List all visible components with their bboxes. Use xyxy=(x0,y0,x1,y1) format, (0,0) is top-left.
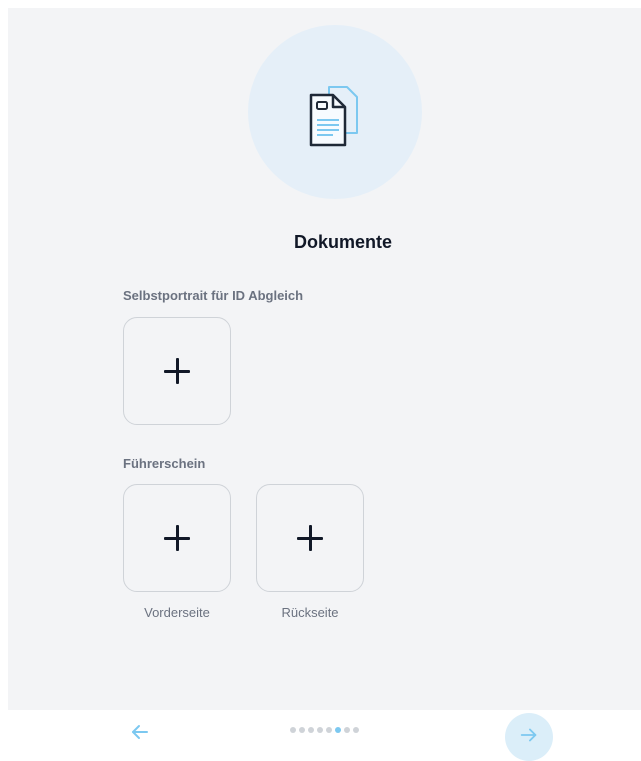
step-dot-active xyxy=(335,727,341,733)
next-button[interactable] xyxy=(505,713,553,761)
step-dot xyxy=(344,727,350,733)
step-indicator xyxy=(290,727,359,735)
upload-license-front-button[interactable] xyxy=(123,484,231,592)
step-dot xyxy=(299,727,305,733)
section-label-selfie: Selbstportrait für ID Abgleich xyxy=(123,288,304,303)
upload-license-back-button[interactable] xyxy=(256,484,364,592)
header-icon-circle xyxy=(248,25,422,199)
upload-selfie-button[interactable] xyxy=(123,317,231,425)
caption-front: Vorderseite xyxy=(144,605,210,620)
step-dot xyxy=(290,727,296,733)
plus-icon xyxy=(164,358,190,384)
app-container: Dokumente Selbstportrait für ID Abgleich… xyxy=(8,8,641,756)
arrow-left-icon xyxy=(132,725,148,739)
plus-icon xyxy=(297,525,323,551)
back-button[interactable] xyxy=(128,720,152,744)
footer-navigation xyxy=(8,710,641,761)
step-dot xyxy=(317,727,323,733)
step-dot xyxy=(308,727,314,733)
caption-back: Rückseite xyxy=(281,605,339,620)
step-dot xyxy=(353,727,359,733)
plus-icon xyxy=(164,525,190,551)
step-dot xyxy=(326,727,332,733)
arrow-right-icon xyxy=(520,728,537,742)
document-icon xyxy=(309,86,358,147)
section-label-license: Führerschein xyxy=(123,456,206,471)
page-title: Dokumente xyxy=(293,232,392,252)
